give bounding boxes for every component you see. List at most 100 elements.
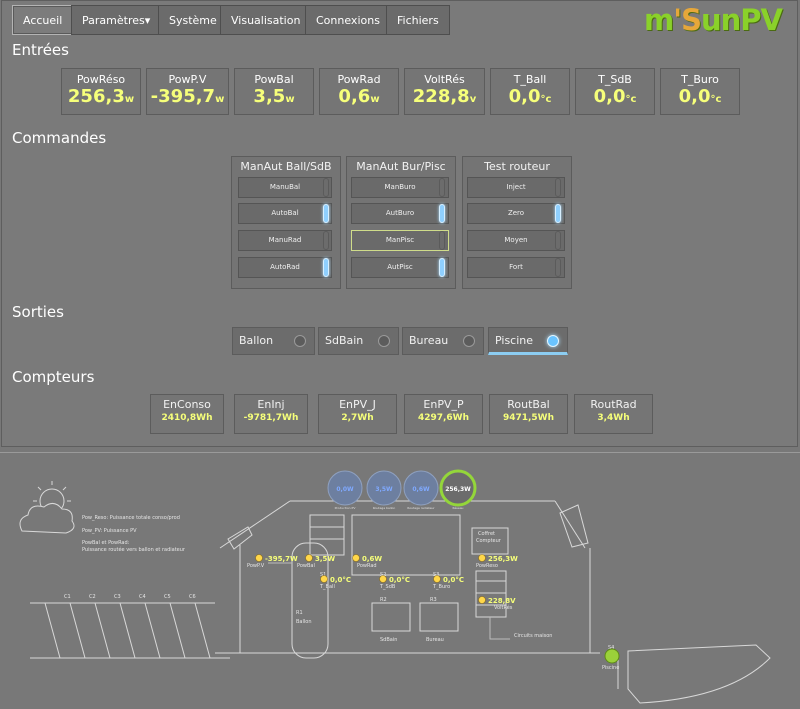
counter-enpv-p: EnPV_P 4297,6Wh xyxy=(404,394,483,434)
gauge-caption: Routage radiateur xyxy=(407,506,435,510)
sensor-label: T_SdB xyxy=(379,584,396,590)
tag-label: R3 xyxy=(430,597,437,603)
tab-accueil[interactable]: Accueil xyxy=(12,5,74,35)
gauge-caption: Routage ballon xyxy=(373,506,396,510)
status-light-icon xyxy=(378,335,390,347)
section-title-entrees: Entrées xyxy=(12,41,69,59)
indicator-light xyxy=(555,258,561,277)
tile-voltres: VoltRés 228,8v xyxy=(404,68,485,115)
sun-cloud-icon xyxy=(19,481,75,534)
tab-parametres[interactable]: Paramètres▾ xyxy=(71,5,162,35)
indicator-light xyxy=(555,204,561,223)
command-button-manburo[interactable]: ManBuro xyxy=(351,177,449,198)
gauge-value: 0,0W xyxy=(336,486,354,493)
command-button-moyen[interactable]: Moyen xyxy=(467,230,565,251)
gauges: 0,0W 3,5W 0,6W 256,3W Production PV Rout… xyxy=(327,469,477,510)
panel-label: C2 xyxy=(89,594,96,600)
cabinet-label: Compteur xyxy=(476,538,502,544)
indicator-light xyxy=(439,204,445,223)
counter-routrad: RoutRad 3,4Wh xyxy=(574,394,653,434)
ballon-tank xyxy=(291,514,345,659)
output-toggle-bureau[interactable]: Bureau xyxy=(402,327,484,355)
legend-line: PowBal et PowRad: xyxy=(82,540,130,546)
readout-t-sdb: 0,0°C xyxy=(389,576,410,584)
command-button-manubal[interactable]: ManuBal xyxy=(238,177,332,198)
tab-visualisation[interactable]: Visualisation xyxy=(220,5,312,35)
indicator-light xyxy=(439,178,445,197)
solar-panels xyxy=(30,602,230,659)
installation-diagram: Pow_Reso: Puissance totale conso/prod Po… xyxy=(0,452,800,709)
tag-label: R2 xyxy=(380,597,387,603)
logo: m'SunPV xyxy=(644,3,783,37)
pump-icon xyxy=(604,648,620,664)
legend-line: Puissance routée vers ballon et radiateu… xyxy=(82,546,186,553)
gauge-value: 0,6W xyxy=(412,486,430,493)
command-button-autburo[interactable]: AutBuro xyxy=(351,203,449,224)
output-toggle-sdbain[interactable]: SdBain xyxy=(318,327,399,355)
room-label: Circuits maison xyxy=(514,633,552,639)
gauge-caption: Production PV xyxy=(335,506,357,510)
command-button-inject[interactable]: Inject xyxy=(467,177,565,198)
command-group-ball-sdb: ManAut Ball/SdB ManuBal AutoBal ManuRad … xyxy=(231,156,341,289)
room-label: Ballon xyxy=(296,619,312,625)
sensor-label: VoltRés xyxy=(494,604,513,611)
legend-line: Pow_PV: Puissance PV xyxy=(82,528,137,534)
chevron-down-icon: ▾ xyxy=(144,14,151,27)
tab-connexions[interactable]: Connexions xyxy=(305,5,391,35)
command-button-zero[interactable]: Zero xyxy=(467,203,565,224)
output-toggle-ballon[interactable]: Ballon xyxy=(232,327,315,355)
tab-fichiers[interactable]: Fichiers xyxy=(386,5,450,35)
tile-powreso: PowRéso 256,3w xyxy=(61,68,141,115)
command-group-title: Test routeur xyxy=(484,160,550,173)
command-button-autorad[interactable]: AutoRad xyxy=(238,257,332,278)
counter-eninj: EnInj -9781,7Wh xyxy=(234,394,308,434)
indicator-light xyxy=(555,178,561,197)
room-label: Bureau xyxy=(426,637,444,643)
gauge-caption: Réseau xyxy=(453,506,464,510)
cabinet-label: Coffret xyxy=(478,531,495,537)
command-button-manurad[interactable]: ManuRad xyxy=(238,230,332,251)
tile-t-buro: T_Buro 0,0°c xyxy=(660,68,740,115)
tab-systeme[interactable]: Système xyxy=(158,5,228,35)
indicator-light xyxy=(323,231,329,250)
counter-enpv-j: EnPV_J 2,7Wh xyxy=(318,394,397,434)
panel-label: C5 xyxy=(164,594,171,600)
section-title-sorties: Sorties xyxy=(12,303,64,321)
readout-powreso: 256,3W xyxy=(488,555,518,563)
readout-powbal: 3,5W xyxy=(315,555,335,563)
readout-powrad: 0,6W xyxy=(362,555,382,563)
sensor-label: PowRad xyxy=(357,563,377,569)
readout-voltres: 228,8V xyxy=(488,597,516,605)
command-group-title: ManAut Ball/SdB xyxy=(240,160,332,173)
tile-powrad: PowRad 0,6w xyxy=(319,68,399,115)
readout-powpv: -395,7W xyxy=(265,555,298,563)
sensor-label: T_Ball xyxy=(319,584,335,590)
indicator-light xyxy=(439,231,445,250)
gauge-value: 256,3W xyxy=(445,486,471,493)
command-button-fort[interactable]: Fort xyxy=(467,257,565,278)
panel-label: C3 xyxy=(114,594,121,600)
command-group-title: ManAut Bur/Pisc xyxy=(356,160,446,173)
section-title-commandes: Commandes xyxy=(12,129,107,147)
panel-label: C1 xyxy=(64,594,71,600)
panel-label: C6 xyxy=(189,594,196,600)
indicator-light xyxy=(323,204,329,223)
command-button-manpisc[interactable]: ManPisc xyxy=(351,230,449,251)
tile-powbal: PowBal 3,5w xyxy=(234,68,314,115)
command-button-autpisc[interactable]: AutPisc xyxy=(351,257,449,278)
pool-outline xyxy=(627,644,771,704)
output-toggle-piscine[interactable]: Piscine xyxy=(488,327,568,355)
sensor-label: PowP.V xyxy=(247,563,265,569)
main-panel: Accueil Paramètres▾ Système Visualisatio… xyxy=(1,0,798,447)
sensor-label: PowReso xyxy=(476,563,498,569)
gauge-value: 3,5W xyxy=(375,486,393,493)
command-group-bur-pisc: ManAut Bur/Pisc ManBuro AutBuro ManPisc … xyxy=(346,156,456,289)
counter-enconso: EnConso 2410,8Wh xyxy=(150,394,224,434)
counter-routbal: RoutBal 9471,5Wh xyxy=(489,394,568,434)
legend-line: Pow_Reso: Puissance totale conso/prod xyxy=(82,515,180,521)
tag-label: R1 xyxy=(296,610,303,616)
room-label: Piscine xyxy=(602,665,619,671)
command-button-autobal[interactable]: AutoBal xyxy=(238,203,332,224)
readout-t-ball: 0,0°C xyxy=(330,576,351,584)
section-title-compteurs: Compteurs xyxy=(12,368,95,386)
